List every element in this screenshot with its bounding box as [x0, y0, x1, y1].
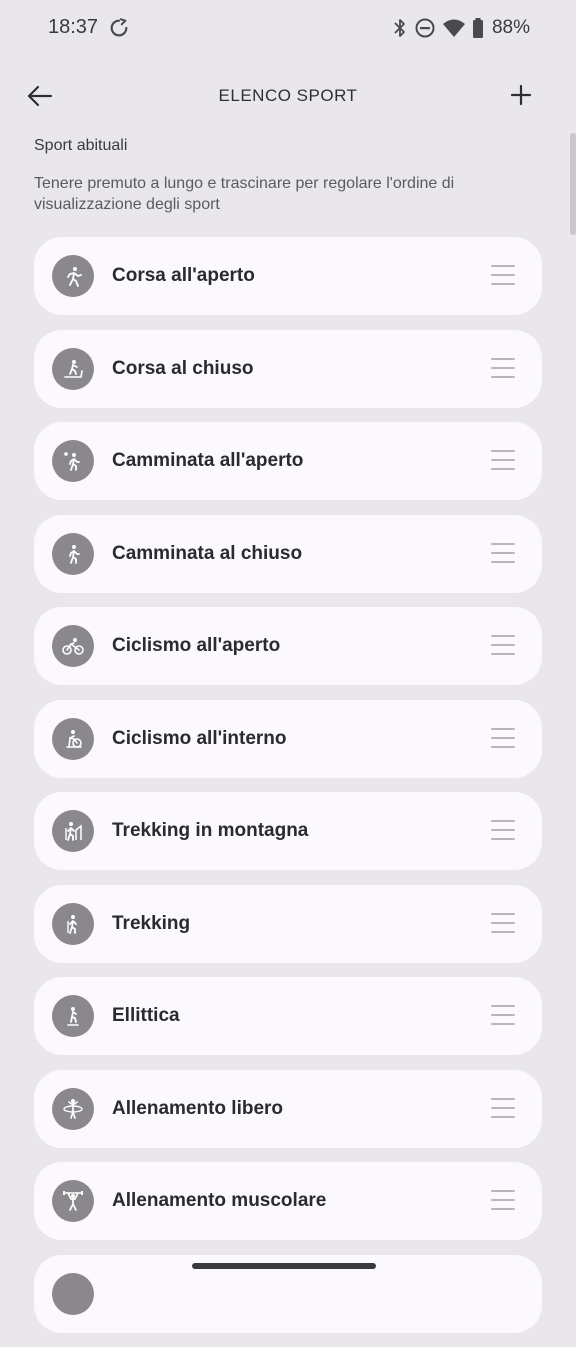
drag-handle[interactable]: [491, 1097, 515, 1118]
plus-icon: [510, 84, 532, 106]
drag-handle[interactable]: [491, 265, 515, 285]
sport-item-trekking-in-montagna[interactable]: Trekking in montagna: [34, 792, 542, 870]
walk-outdoor-icon: [52, 440, 94, 482]
wifi-icon: [442, 19, 465, 37]
drag-handle[interactable]: [491, 820, 515, 840]
sport-label: Camminata al chiuso: [112, 542, 303, 564]
battery-icon: [472, 18, 483, 38]
sport-item-corsa-all-aperto[interactable]: Corsa all'aperto: [34, 237, 542, 315]
weightlifting-icon: [52, 1180, 94, 1222]
elliptical-icon: [52, 995, 94, 1037]
sport-icon: [52, 1272, 94, 1315]
bike-icon: [52, 625, 94, 667]
sport-label: Allenamento libero: [112, 1097, 284, 1119]
mountain-hike-icon: [52, 810, 94, 852]
sport-label: Ciclismo all'aperto: [112, 635, 281, 656]
sport-item-trekking[interactable]: Trekking: [34, 884, 542, 963]
scrollbar[interactable]: [570, 133, 576, 235]
drag-handle[interactable]: [491, 1005, 515, 1025]
drag-handle[interactable]: [491, 635, 515, 655]
sport-label: Trekking in montagna: [112, 820, 309, 841]
status-bar: 18:37 88%: [0, 0, 576, 56]
sport-label: Allenamento muscolare: [112, 1190, 327, 1211]
sport-label: Ellittica: [112, 1005, 180, 1026]
indoor-bike-icon: [52, 717, 94, 760]
app-bar: ELENCO SPORT: [0, 64, 576, 128]
run-icon: [52, 255, 94, 297]
treadmill-icon: [52, 347, 94, 390]
walk-indoor-icon: [52, 532, 94, 575]
sport-label: Corsa al chiuso: [112, 357, 254, 379]
sport-item-ciclismo-all-interno[interactable]: Ciclismo all'interno: [34, 699, 542, 778]
sport-item-ciclismo-all-aperto[interactable]: Ciclismo all'aperto: [34, 607, 542, 685]
sport-item-allenamento-muscolare[interactable]: Allenamento muscolare: [34, 1162, 542, 1240]
sport-label: Camminata all'aperto: [112, 450, 304, 471]
sport-list: Corsa all'aperto Corsa al chiuso Cammina…: [34, 237, 542, 1347]
sport-label: Ciclismo all'interno: [112, 727, 287, 749]
sport-item-camminata-al-chiuso[interactable]: Camminata al chiuso: [34, 514, 542, 593]
drag-handle[interactable]: [491, 450, 515, 470]
add-sport-button[interactable]: [506, 80, 536, 110]
section-hint: Tenere premuto a lungo e trascinare per …: [34, 175, 455, 213]
sport-item-corsa-al-chiuso[interactable]: Corsa al chiuso: [34, 329, 542, 408]
trekking-icon: [52, 902, 94, 945]
drag-handle[interactable]: [491, 542, 515, 563]
sync-icon: [110, 18, 128, 37]
sport-label: Trekking: [112, 912, 191, 934]
section-title: Sport abituali: [34, 137, 128, 154]
home-indicator[interactable]: [192, 1263, 376, 1269]
hula-hoop-icon: [52, 1087, 94, 1130]
do-not-disturb-icon: [415, 18, 435, 38]
sport-label: Corsa all'aperto: [112, 265, 255, 286]
status-time: 18:37: [48, 16, 99, 38]
sport-item-camminata-all-aperto[interactable]: Camminata all'aperto: [34, 422, 542, 500]
sport-item-ellittica[interactable]: Ellittica: [34, 977, 542, 1055]
drag-handle[interactable]: [491, 357, 515, 378]
status-icons: 88%: [392, 16, 530, 40]
page-title: ELENCO SPORT: [218, 86, 358, 105]
battery-percentage: 88%: [491, 17, 530, 38]
drag-handle[interactable]: [491, 1190, 515, 1210]
drag-handle[interactable]: [491, 912, 515, 933]
sport-item-allenamento-libero[interactable]: Allenamento libero: [34, 1069, 542, 1148]
bluetooth-icon: [394, 19, 405, 37]
drag-handle[interactable]: [491, 727, 515, 748]
